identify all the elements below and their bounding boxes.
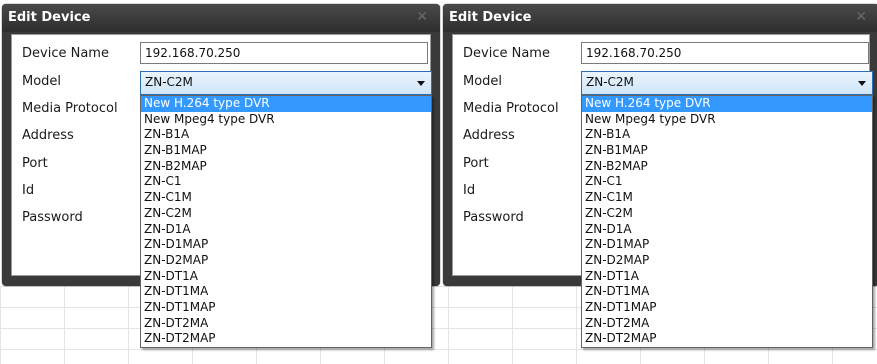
id-label: Id — [463, 183, 476, 198]
dropdown-option[interactable]: ZN-D1A — [141, 222, 431, 238]
model-dropdown-list: New H.264 type DVR New Mpeg4 type DVR ZN-B… — [140, 95, 432, 348]
device-name-input[interactable] — [581, 42, 869, 64]
model-select-value: ZN-C2M — [145, 75, 193, 89]
dialog-form-panel: Device Name Model ZN-C2M Media Protocol … — [11, 34, 432, 348]
dialog-titlebar[interactable]: Edit Device ✕ — [2, 4, 440, 32]
model-label: Model — [22, 74, 62, 89]
address-label: Address — [22, 128, 74, 143]
device-name-input[interactable] — [140, 42, 428, 64]
dialog-title: Edit Device — [8, 10, 91, 25]
close-icon[interactable]: ✕ — [855, 10, 867, 24]
model-select-value: ZN-C2M — [586, 75, 634, 89]
close-icon[interactable]: ✕ — [416, 10, 428, 24]
media-protocol-label: Media Protocol — [22, 101, 118, 116]
media-protocol-label: Media Protocol — [463, 101, 559, 116]
dropdown-option[interactable]: ZN-D1A — [582, 222, 872, 238]
dropdown-option[interactable]: ZN-DT1A — [141, 269, 431, 285]
dialog-titlebar[interactable]: Edit Device ✕ — [443, 4, 877, 32]
dropdown-option[interactable]: ZN-C1M — [582, 190, 872, 206]
dropdown-option[interactable]: ZN-C1M — [141, 190, 431, 206]
dropdown-option[interactable]: ZN-C2M — [141, 206, 431, 222]
dropdown-option[interactable]: ZN-DT1MA — [141, 284, 431, 300]
dropdown-option[interactable]: New H.264 type DVR — [582, 96, 872, 112]
dropdown-option[interactable]: ZN-DT1A — [582, 269, 872, 285]
dropdown-option[interactable]: ZN-D1MAP — [582, 237, 872, 253]
chevron-down-icon[interactable] — [858, 81, 866, 86]
page: Edit Device ✕ Device Name Model ZN-C2M M… — [0, 0, 877, 364]
model-select[interactable]: ZN-C2M — [140, 71, 432, 95]
edit-device-dialog-left: Edit Device ✕ Device Name Model ZN-C2M M… — [2, 4, 440, 348]
dropdown-option[interactable]: ZN-D2MAP — [582, 253, 872, 269]
address-label: Address — [463, 128, 515, 143]
password-label: Password — [22, 210, 83, 225]
dropdown-option[interactable]: New Mpeg4 type DVR — [141, 112, 431, 128]
dropdown-option[interactable]: ZN-C1 — [582, 174, 872, 190]
device-name-label: Device Name — [22, 46, 109, 61]
dropdown-option[interactable]: ZN-DT1MA — [582, 284, 872, 300]
id-label: Id — [22, 183, 35, 198]
password-label: Password — [463, 210, 524, 225]
dropdown-option[interactable]: ZN-B1MAP — [141, 143, 431, 159]
port-label: Port — [463, 156, 489, 171]
dropdown-option[interactable]: ZN-C1 — [141, 174, 431, 190]
dropdown-option[interactable]: ZN-C2M — [582, 206, 872, 222]
model-select[interactable]: ZN-C2M — [581, 71, 873, 95]
dropdown-option[interactable]: ZN-B1A — [582, 127, 872, 143]
dropdown-option[interactable]: ZN-D1MAP — [141, 237, 431, 253]
dropdown-option[interactable]: ZN-DT2MAP — [582, 331, 872, 347]
dropdown-option[interactable]: New H.264 type DVR — [141, 96, 431, 112]
dropdown-option[interactable]: ZN-D2MAP — [141, 253, 431, 269]
dropdown-option[interactable]: ZN-B2MAP — [582, 159, 872, 175]
dialog-form-panel: Device Name Model ZN-C2M Media Protocol … — [452, 34, 873, 348]
dropdown-option[interactable]: ZN-B1A — [141, 127, 431, 143]
model-label: Model — [463, 74, 503, 89]
dropdown-option[interactable]: ZN-B2MAP — [141, 159, 431, 175]
dialog-title: Edit Device — [449, 10, 532, 25]
device-name-label: Device Name — [463, 46, 550, 61]
dropdown-option[interactable]: ZN-DT2MA — [582, 316, 872, 332]
dropdown-option[interactable]: New Mpeg4 type DVR — [582, 112, 872, 128]
dropdown-option[interactable]: ZN-DT2MAP — [141, 331, 431, 347]
dropdown-option[interactable]: ZN-DT2MA — [141, 316, 431, 332]
edit-device-dialog-right: Edit Device ✕ Device Name Model ZN-C2M M… — [443, 4, 877, 348]
port-label: Port — [22, 156, 48, 171]
dropdown-option[interactable]: ZN-DT1MAP — [582, 300, 872, 316]
model-dropdown-list: New H.264 type DVR New Mpeg4 type DVR ZN-B… — [581, 95, 873, 348]
chevron-down-icon[interactable] — [417, 81, 425, 86]
dropdown-option[interactable]: ZN-DT1MAP — [141, 300, 431, 316]
dropdown-option[interactable]: ZN-B1MAP — [582, 143, 872, 159]
